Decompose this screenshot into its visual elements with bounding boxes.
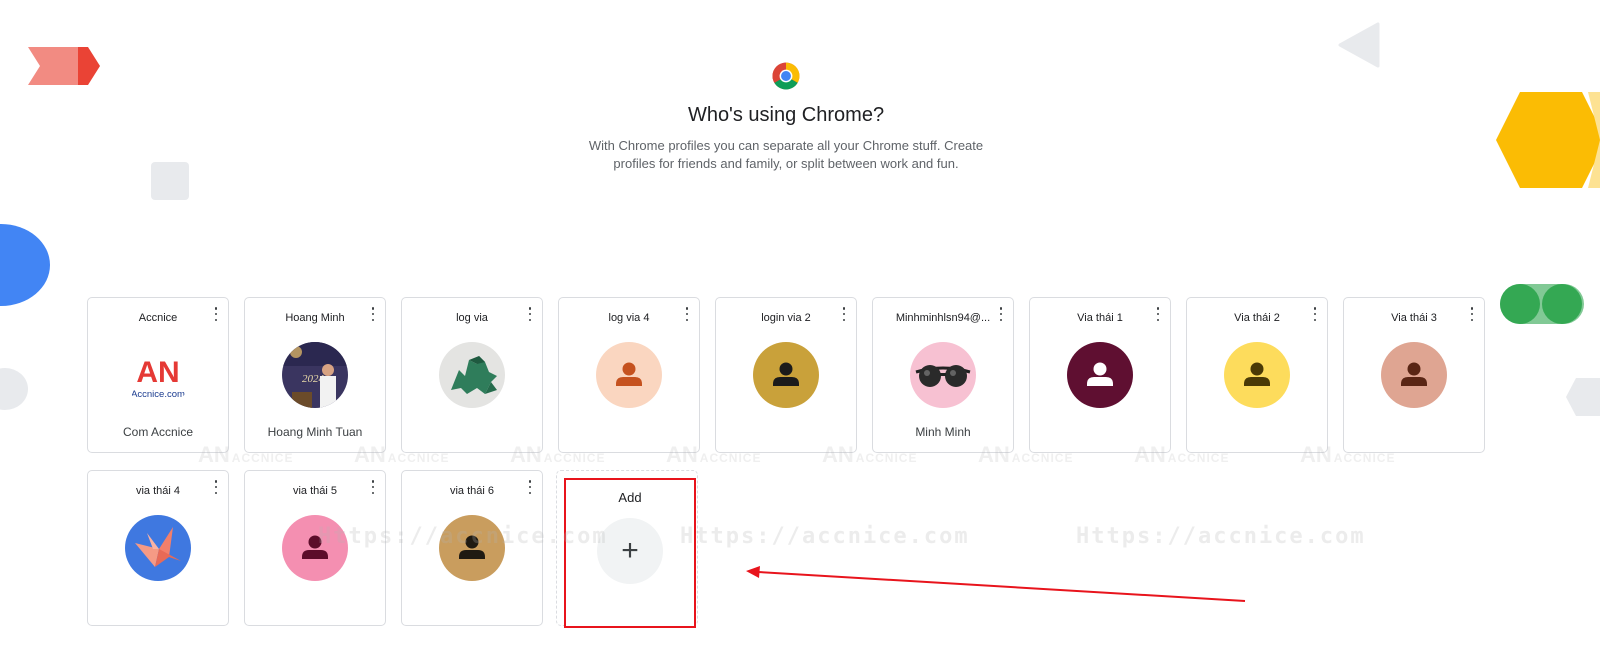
decorative-green-circles [1500,284,1584,324]
add-profile-label: Add [618,490,642,505]
dinosaur-avatar [439,342,505,408]
person-avatar-icon [753,342,819,408]
person-avatar-icon [596,342,662,408]
watermark-logo: AN ACCNICE [1134,442,1230,467]
profile-full-name: Hoang Minh Tuan [267,425,363,439]
more-options-icon[interactable] [841,307,847,321]
watermark-logo: AN ACCNICE [354,442,450,467]
profile-name: Minhminhlsn94@... [895,312,991,324]
watermark-logo: AN ACCNICE [978,442,1074,467]
profile-name: login via 2 [761,312,811,324]
profile-name: via thái 4 [135,485,181,497]
profile-name: via thái 6 [449,485,495,497]
more-options-icon[interactable] [1469,307,1475,321]
decorative-gray-hexagon [1566,378,1600,416]
watermark-url: Https://accnice.com [680,524,970,549]
profile-name: Via thái 3 [1391,312,1437,324]
watermark-logo: AN ACCNICE [198,442,294,467]
profile-card-login-via-2[interactable]: login via 2 [715,297,857,453]
svg-text:Accnice.com: Accnice.com [131,389,185,400]
watermark-logo: AN ACCNICE [666,442,762,467]
profile-card-via-thai-4[interactable]: via thái 4 [87,470,229,626]
more-options-icon[interactable] [527,480,533,494]
profile-full-name: Com Accnice [122,425,194,439]
more-options-icon[interactable] [1155,307,1161,321]
origami-bird-avatar [125,515,191,581]
svg-text:AN: AN [136,356,179,389]
profile-name: via thái 5 [292,485,338,497]
more-options-icon[interactable] [527,307,533,321]
watermark-url: Https://accnice.com [318,524,608,549]
profile-name: log via 4 [608,312,650,324]
watermark-logo: AN ACCNICE [1300,442,1396,467]
profile-name: Via thái 1 [1077,312,1123,324]
profile-card-minhminh[interactable]: Minhminhlsn94@... Minh Minh [872,297,1014,453]
more-options-icon[interactable] [370,307,376,321]
more-options-icon[interactable] [213,307,219,321]
profile-name: Hoang Minh [285,312,345,324]
person-avatar-icon [1381,342,1447,408]
profile-card-via-thai-1[interactable]: Via thái 1 [1029,297,1171,453]
profile-card-via-thai-2[interactable]: Via thái 2 [1186,297,1328,453]
page-subtitle: With Chrome profiles you can separate al… [588,138,984,171]
watermark-logo: AN ACCNICE [822,442,918,467]
profile-full-name: Minh Minh [915,425,971,439]
watermark-url: Https://accnice.com [1076,524,1366,549]
profile-picker-header: Who's using Chrome? With Chrome profiles… [0,62,1572,173]
profile-card-log-via[interactable]: log via [401,297,543,453]
person-avatar-icon [1224,342,1290,408]
page-title: Who's using Chrome? [687,104,885,126]
chrome-logo-icon [772,62,800,90]
sunglasses-avatar [910,342,976,408]
more-options-icon[interactable] [370,480,376,494]
add-profile-button[interactable]: Add + [564,478,696,628]
more-options-icon[interactable] [684,307,690,321]
decorative-blue-circle [0,224,50,306]
profile-card-accnice[interactable]: Accnice AN Accnice.com Com Accnice [87,297,229,453]
more-options-icon[interactable] [1312,307,1318,321]
profile-name: Via thái 2 [1234,312,1280,324]
profile-name: Accnice [138,312,178,324]
profile-card-hoang-minh[interactable]: Hoang Minh 2024 Hoang Minh Tuan [244,297,386,453]
person-avatar-icon [1067,342,1133,408]
more-options-icon[interactable] [998,307,1004,321]
photo-avatar: 2024 [282,342,348,408]
more-options-icon[interactable] [213,480,219,494]
decorative-gray-circle [0,368,28,410]
accnice-logo-avatar: AN Accnice.com [125,342,191,408]
profile-card-log-via-4[interactable]: log via 4 [558,297,700,453]
profile-card-via-thai-3[interactable]: Via thái 3 [1343,297,1485,453]
watermark-logo: AN ACCNICE [510,442,606,467]
profile-name: log via [456,312,488,324]
